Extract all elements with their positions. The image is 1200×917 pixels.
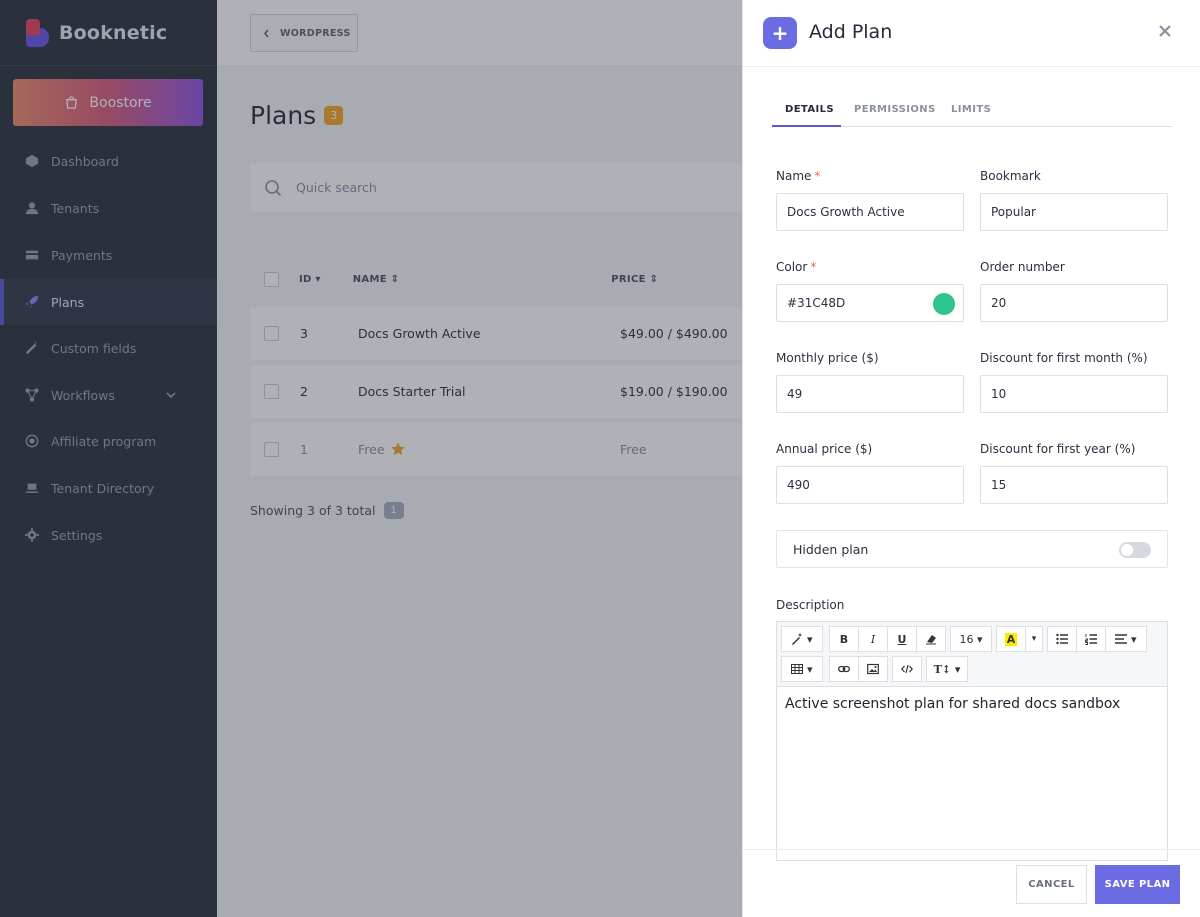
color-value: #31C48D (787, 296, 846, 310)
magic-wand-icon (792, 633, 803, 645)
font-size-value: 16 (959, 632, 974, 646)
tab-details[interactable]: DETAILS (785, 104, 834, 115)
bullet-list-button[interactable] (1047, 626, 1077, 652)
discount-first-year-label: Discount for first year (%) (980, 442, 1136, 456)
table-dropdown[interactable]: ▾ (781, 656, 823, 682)
order-number-input[interactable]: 20 (980, 284, 1168, 322)
bullet-list-icon (1056, 633, 1068, 645)
panel-title: Add Plan (809, 21, 893, 43)
color-swatch[interactable] (933, 293, 955, 315)
style-dropdown[interactable]: ▾ (781, 626, 823, 652)
bookmark-label: Bookmark (980, 169, 1041, 183)
required-marker: * (814, 169, 821, 183)
monthly-price-input[interactable]: 49 (776, 375, 964, 413)
panel-header: + Add Plan (743, 0, 1200, 67)
numbered-list-button[interactable] (1076, 626, 1106, 652)
line-height-dropdown[interactable]: T↕ ▾ (926, 656, 968, 682)
plus-icon: + (763, 17, 797, 49)
description-label: Description (776, 598, 845, 612)
tab-permissions[interactable]: PERMISSIONS (854, 104, 936, 115)
highlight-a-icon: A (1004, 632, 1018, 646)
hidden-plan-toggle[interactable] (1119, 542, 1151, 558)
hidden-plan-label: Hidden plan (793, 541, 869, 557)
add-plan-panel: + Add Plan DETAILS PERMISSIONS LIMITS Na… (742, 0, 1200, 917)
tab-active-indicator (772, 125, 841, 127)
order-number-label: Order number (980, 260, 1065, 274)
image-button[interactable] (858, 656, 888, 682)
code-view-button[interactable] (892, 656, 922, 682)
eraser-button[interactable] (916, 626, 946, 652)
bookmark-input[interactable]: Popular (980, 193, 1168, 231)
save-plan-button[interactable]: SAVE PLAN (1095, 865, 1180, 904)
name-label: Name * (776, 169, 820, 183)
required-marker: * (810, 260, 817, 274)
text-color-button[interactable]: A (996, 626, 1026, 652)
discount-first-month-input[interactable]: 10 (980, 375, 1168, 413)
hidden-plan-row: Hidden plan (776, 530, 1168, 568)
align-dropdown[interactable]: ▾ (1105, 626, 1147, 652)
tab-bar: DETAILS PERMISSIONS LIMITS (772, 92, 1172, 127)
tab-limits[interactable]: LIMITS (951, 104, 991, 115)
align-left-icon (1115, 634, 1128, 644)
description-text[interactable]: Active screenshot plan for shared docs s… (785, 696, 1120, 712)
font-size-dropdown[interactable]: 16 ▾ (950, 626, 992, 652)
eraser-icon (926, 635, 936, 645)
discount-first-month-label: Discount for first month (%) (980, 351, 1148, 365)
color-label-text: Color (776, 260, 808, 274)
editor-toolbar: ▾ B I U 16 ▾ A ▾ ▾ ▾ T↕ ▾ (777, 622, 1167, 687)
text-color-dropdown[interactable]: ▾ (1025, 626, 1043, 652)
name-input[interactable]: Docs Growth Active (776, 193, 964, 231)
description-editor: ▾ B I U 16 ▾ A ▾ ▾ ▾ T↕ ▾ Active screens… (776, 621, 1168, 861)
annual-price-label: Annual price ($) (776, 442, 873, 456)
table-icon (791, 664, 804, 674)
link-button[interactable] (829, 656, 859, 682)
image-icon (867, 663, 879, 675)
close-icon[interactable] (1158, 24, 1172, 38)
underline-button[interactable]: U (887, 626, 917, 652)
annual-price-input[interactable]: 490 (776, 466, 964, 504)
panel-footer: CANCEL SAVE PLAN (743, 849, 1200, 917)
bold-button[interactable]: B (829, 626, 859, 652)
cancel-button[interactable]: CANCEL (1016, 865, 1087, 904)
italic-button[interactable]: I (858, 626, 888, 652)
name-label-text: Name (776, 169, 812, 183)
code-icon (901, 664, 913, 674)
numbered-list-icon (1085, 634, 1097, 645)
color-input[interactable]: #31C48D (776, 284, 964, 322)
color-label: Color * (776, 260, 816, 274)
link-icon (838, 665, 850, 673)
monthly-price-label: Monthly price ($) (776, 351, 879, 365)
discount-first-year-input[interactable]: 15 (980, 466, 1168, 504)
